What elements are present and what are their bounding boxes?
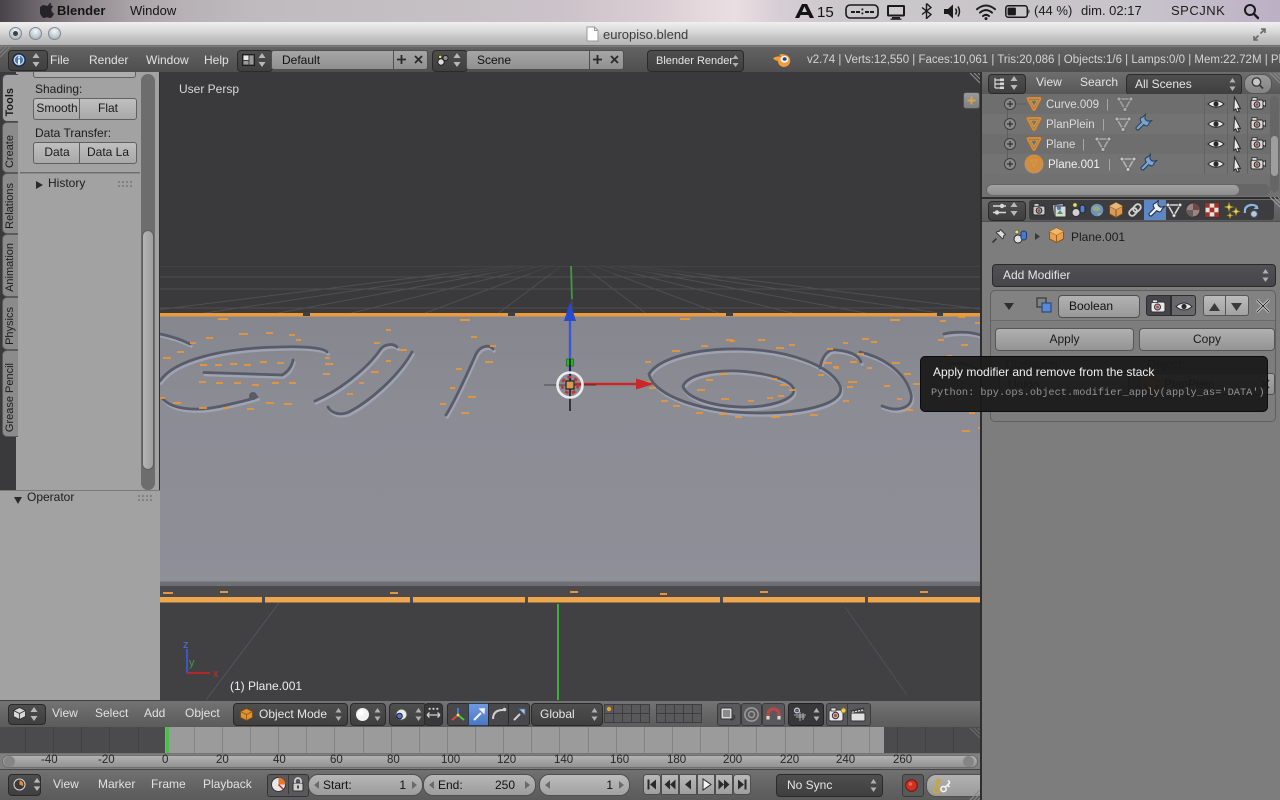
svg-text:|: | [1102,119,1105,131]
svg-text:|: | [1082,139,1085,151]
svg-text:(1) Plane.001: (1) Plane.001 [230,679,302,693]
svg-text:Curve.009: Curve.009 [1046,99,1099,111]
svg-text:Plane: Plane [1046,139,1075,151]
svg-text:|: | [1106,99,1109,111]
svg-text:15: 15 [817,4,834,19]
svg-text:x: x [213,668,219,680]
svg-text:User Persp: User Persp [179,82,239,96]
svg-text:y: y [189,657,195,669]
svg-text:|: | [1108,159,1111,171]
svg-text:Plane.001: Plane.001 [1048,159,1100,171]
svg-text:PlanPlein: PlanPlein [1046,119,1095,131]
svg-text:z: z [183,639,189,651]
